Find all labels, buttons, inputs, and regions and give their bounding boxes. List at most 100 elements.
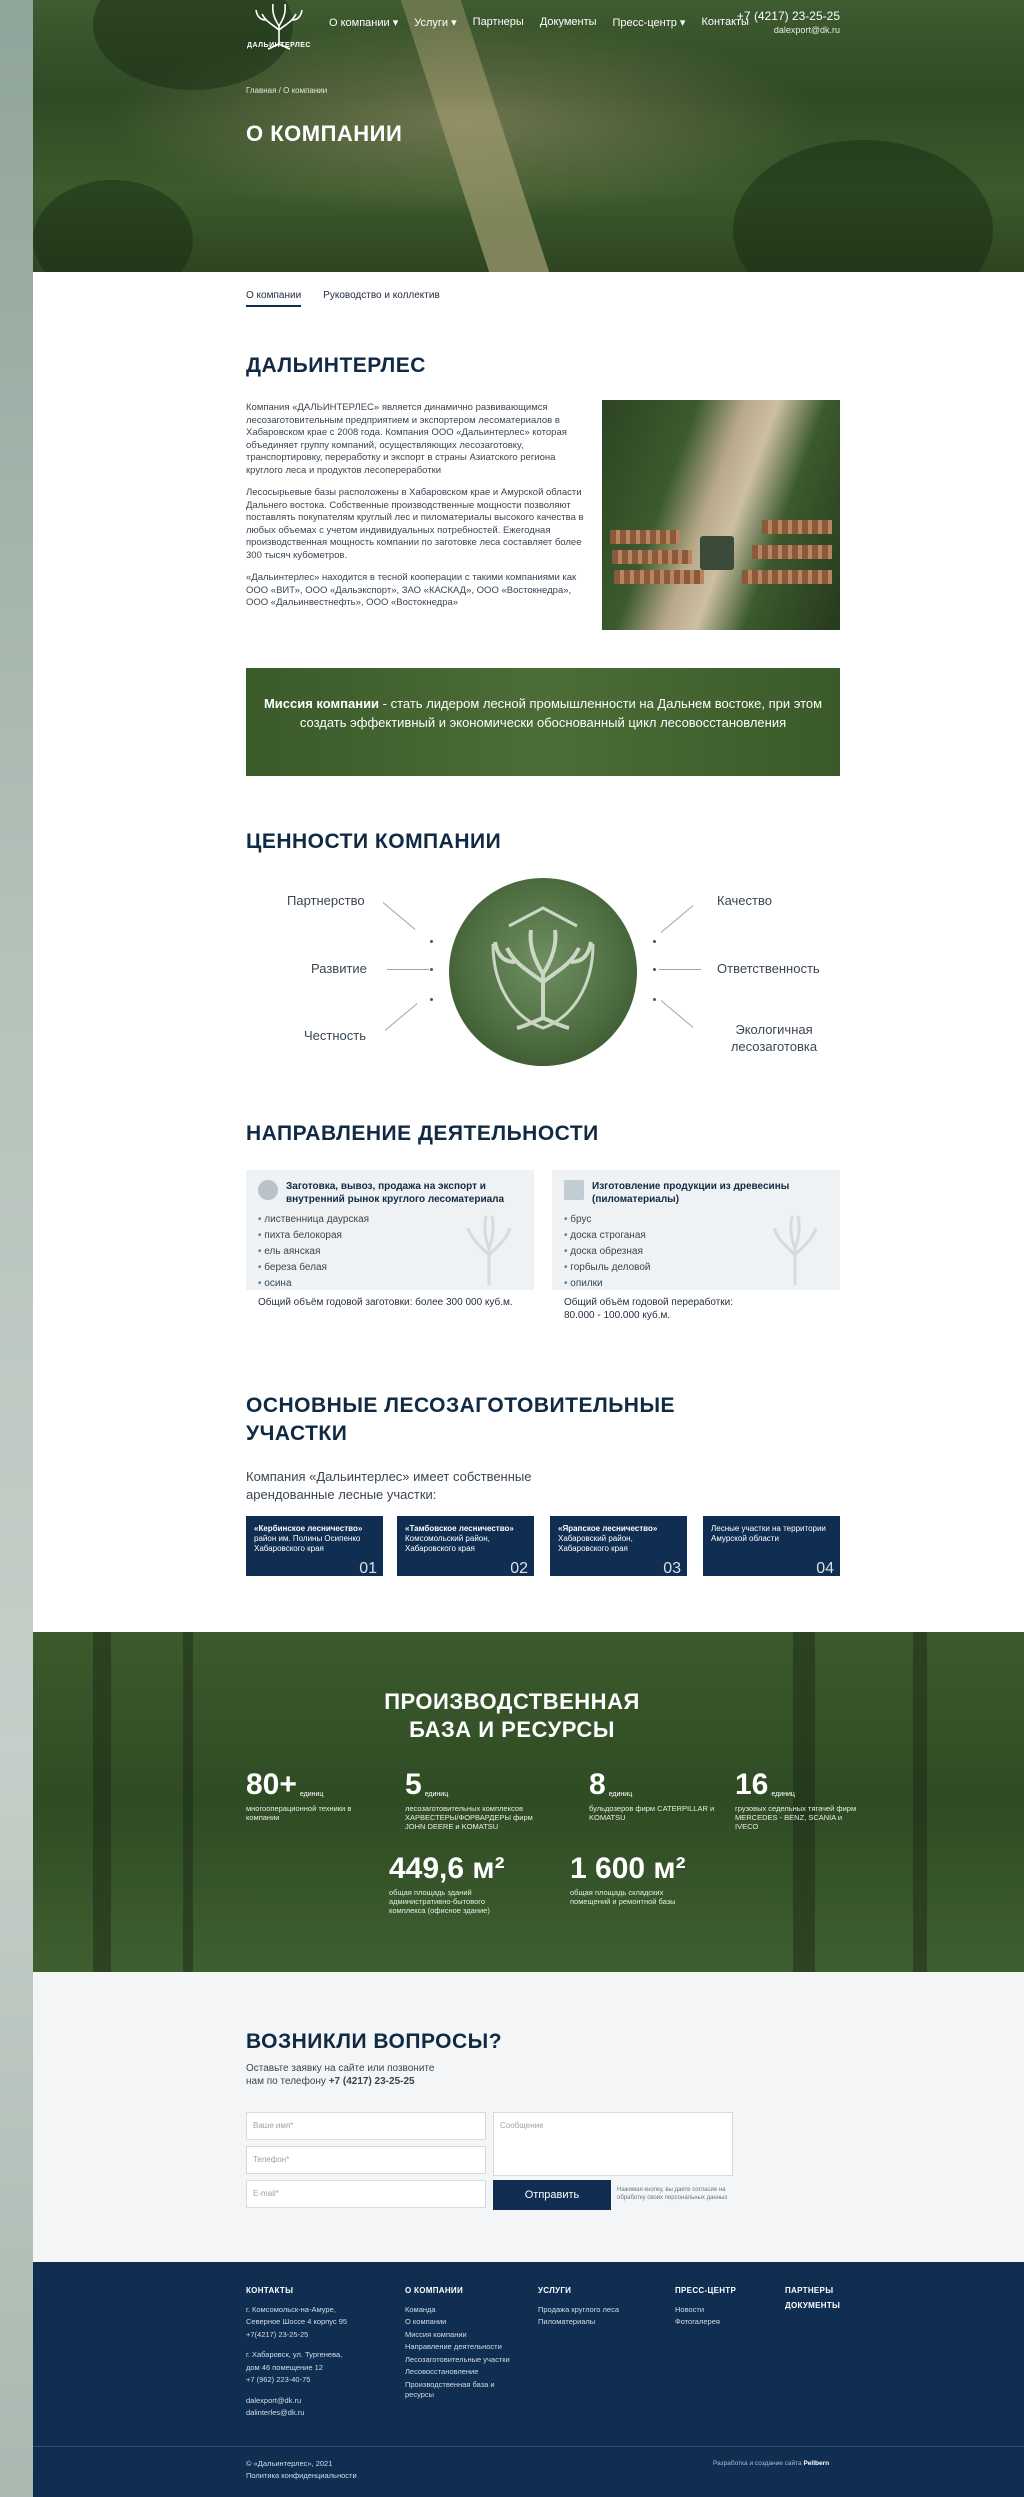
browser-sidebar xyxy=(0,0,33,2497)
stat-value: 1 600 м² xyxy=(570,1852,686,1885)
email-input[interactable]: E-mail* xyxy=(246,2180,486,2208)
privacy-link[interactable]: Политика конфиденциальности xyxy=(246,2470,357,2482)
value-eco: Экологичная лесозаготовка xyxy=(730,1022,818,1054)
stat-warehouse-area: 1 600 м² общая площадь складских помещен… xyxy=(570,1852,700,1906)
card-total-logging: Общий объём годовой заготовки: более 300… xyxy=(258,1297,513,1308)
tab-team[interactable]: Руководство и коллектив xyxy=(323,290,440,307)
footer-link[interactable]: Команда xyxy=(405,2305,515,2316)
bg-trunk xyxy=(913,1632,927,1972)
footer-link[interactable]: Миссия компании xyxy=(405,2330,515,2341)
main-nav: О компании ▾ Услуги ▾ Партнеры Документы… xyxy=(329,16,749,29)
footer-contacts: КОНТАКТЫ г. Комсомольск-на-Амуре, Северн… xyxy=(246,2286,366,2421)
about-paragraph: Лесосырьевые базы расположены в Хабаровс… xyxy=(246,487,584,561)
stat-desc: общая площадь складских помещений и ремо… xyxy=(570,1888,676,1906)
stat-trucks: 16 единиц грузовых седельных тягачей фирм… xyxy=(735,1768,865,1831)
header-phone[interactable]: +7 (4217) 23-25-25 xyxy=(737,9,840,23)
questions-subtitle-line: нам по телефону xyxy=(246,2076,326,2087)
footer-divider xyxy=(33,2446,1024,2447)
list-item: береза белая xyxy=(258,1260,369,1276)
plot-number: 03 xyxy=(663,1560,681,1577)
hero-road xyxy=(394,0,552,272)
footer-email[interactable]: dalexport@dk.ru xyxy=(246,2396,366,2407)
plot-card[interactable]: «Ярапское лесничество» Хабаровский район… xyxy=(550,1516,687,1577)
footer-heading[interactable]: О КОМПАНИИ xyxy=(405,2286,515,2297)
nav-label: Пресс-центр xyxy=(612,17,677,29)
message-textarea[interactable]: Сообщение xyxy=(493,2112,733,2176)
footer-link[interactable]: Фотогалерея xyxy=(675,2317,765,2328)
footer-link[interactable]: Лесозаготовительные участки xyxy=(405,2355,515,2366)
value-dot xyxy=(653,940,656,943)
stat-unit: единиц xyxy=(608,1791,633,1798)
saw-icon xyxy=(564,1180,584,1200)
page-title: О КОМПАНИИ xyxy=(246,121,403,146)
nav-item-company[interactable]: О компании ▾ xyxy=(329,16,398,29)
plot-card[interactable]: «Тамбовское лесничество» Комсомольский р… xyxy=(397,1516,534,1577)
mission-text: - стать лидером лесной промышленности на… xyxy=(299,696,823,730)
logo-text: ДАЛЬИНТЕРЛЕС xyxy=(247,42,311,49)
footer-phone[interactable]: +7(4217) 23-25-25 xyxy=(246,2330,366,2341)
stat-unit: единиц xyxy=(424,1791,449,1798)
values-title: ЦЕННОСТИ КОМПАНИИ xyxy=(246,830,502,853)
photo-logs xyxy=(752,545,832,559)
nav-item-documents[interactable]: Документы xyxy=(540,16,597,29)
list-item: брус xyxy=(564,1212,651,1228)
footer-link[interactable]: Лесовосстановление xyxy=(405,2367,515,2378)
mission-banner: Миссия компании - стать лидером лесной п… xyxy=(246,668,840,776)
activity-title: НАПРАВЛЕНИЕ ДЕЯТЕЛЬНОСТИ xyxy=(246,1122,599,1145)
plot-name: «Ярапское лесничество» xyxy=(558,1524,658,1533)
stat-value: 8 xyxy=(589,1768,606,1801)
emblem-tree-icon xyxy=(491,906,595,1030)
footer-address: Северное Шоссе 4 корпус 95 xyxy=(246,2317,348,2326)
phone-input[interactable]: Телефон* xyxy=(246,2146,486,2174)
value-connector xyxy=(387,969,429,970)
about-paragraph: Компания «ДАЛЬИНТЕРЛЕС» является динамич… xyxy=(246,402,567,476)
header-email[interactable]: dalexport@dk.ru xyxy=(774,25,840,35)
stat-harvesters: 5 единиц лесозаготовительных комплексов Х… xyxy=(405,1768,535,1831)
submit-button[interactable]: Отправить xyxy=(493,2180,611,2210)
value-connector xyxy=(659,969,701,970)
footer-link[interactable]: Направление деятельности xyxy=(405,2342,515,2353)
tab-about[interactable]: О компании xyxy=(246,290,302,307)
hero-forest-shadow xyxy=(33,180,193,272)
footer-link[interactable]: Новости xyxy=(675,2305,765,2316)
hero-forest-shadow xyxy=(733,140,993,272)
value-quality: Качество xyxy=(717,893,772,908)
photo-logs xyxy=(612,550,692,564)
footer-link[interactable]: Продажа круглого леса xyxy=(538,2305,648,2316)
footer: КОНТАКТЫ г. Комсомольск-на-Амуре, Северн… xyxy=(33,2262,1024,2497)
plot-card[interactable]: Лесные участки на территории Амурской об… xyxy=(703,1516,840,1577)
plot-card[interactable]: «Кербинское лесничество» район им. Полин… xyxy=(246,1516,383,1577)
footer-heading[interactable]: ДОКУМЕНТЫ xyxy=(785,2301,855,2312)
footer-link[interactable]: Производственная база и ресурсы xyxy=(405,2380,515,2401)
footer-link[interactable]: Пиломатериалы xyxy=(538,2317,648,2328)
nav-item-partners[interactable]: Партнеры xyxy=(473,16,524,29)
breadcrumb[interactable]: Главная / О компании xyxy=(246,86,327,95)
about-title: ДАЛЬИНТЕРЛЕС xyxy=(246,354,426,377)
value-connector xyxy=(660,1000,694,1028)
about-photo xyxy=(602,400,840,630)
plots-title-line: ОСНОВНЫЕ ЛЕСОЗАГОТОВИТЕЛЬНЫЕ xyxy=(246,1394,676,1417)
footer-link[interactable]: О компании xyxy=(405,2317,515,2328)
stat-desc: общая площадь зданий административно-быт… xyxy=(389,1888,490,1915)
name-input[interactable]: Ваше имя* xyxy=(246,2112,486,2140)
page: ДАЛЬИНТЕРЛЕС О компании ▾ Услуги ▾ Партн… xyxy=(33,0,1024,2497)
nav-item-press[interactable]: Пресс-центр ▾ xyxy=(613,16,686,29)
footer-phone[interactable]: +7 (962) 223-40-75 xyxy=(246,2375,366,2386)
footer-heading[interactable]: УСЛУГИ xyxy=(538,2286,648,2297)
footer-email[interactable]: dalinterles@dk.ru xyxy=(246,2408,366,2419)
footer-heading[interactable]: ПРЕСС-ЦЕНТР xyxy=(675,2286,765,2297)
list-item: пихта белокорая xyxy=(258,1228,369,1244)
stat-unit: единиц xyxy=(299,1791,324,1798)
questions-title: ВОЗНИКЛИ ВОПРОСЫ? xyxy=(246,2030,503,2053)
developer-credit[interactable]: Разработка и создание сайта Pellbern xyxy=(713,2460,829,2467)
bg-trunk xyxy=(93,1632,111,1972)
mission-label: Миссия компании xyxy=(263,696,380,711)
nav-item-services[interactable]: Услуги ▾ xyxy=(414,16,456,29)
questions-subtitle-line: Оставьте заявку на сайте или позвоните xyxy=(246,2063,435,2074)
production-title-line: ПРОИЗВОДСТВЕННАЯ xyxy=(384,1689,640,1714)
questions-phone[interactable]: +7 (4217) 23-25-25 xyxy=(329,2076,415,2087)
footer-heading[interactable]: ПАРТНЕРЫ xyxy=(785,2286,855,2297)
plots-title: ОСНОВНЫЕ ЛЕСОЗАГОТОВИТЕЛЬНЫЕ УЧАСТКИ xyxy=(246,1392,675,1448)
photo-logs xyxy=(762,520,832,534)
nav-label: Услуги xyxy=(414,17,449,29)
